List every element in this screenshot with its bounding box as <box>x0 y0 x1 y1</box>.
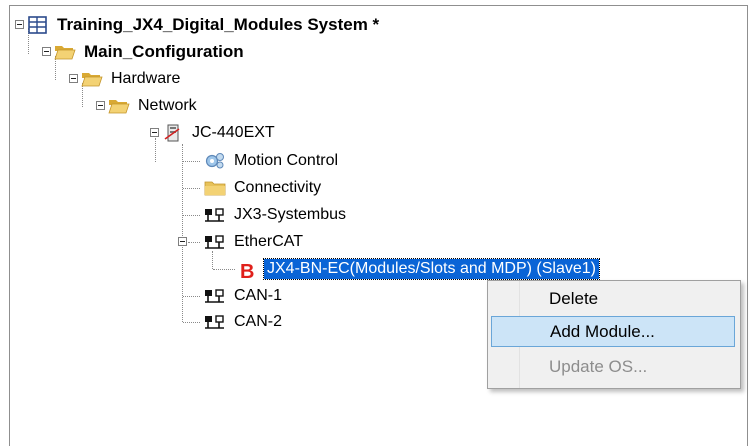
open-folder-icon <box>108 97 130 115</box>
tree-node-ethercat[interactable]: EtherCAT <box>204 230 306 254</box>
network-bus-icon <box>204 206 226 224</box>
tree-node-root[interactable]: Training_JX4_Digital_Modules System * <box>27 13 382 37</box>
add-module-menu-item[interactable]: Add Module... <box>491 316 735 347</box>
tree-connector <box>183 188 200 189</box>
collapse-toggle-controller[interactable] <box>150 128 159 137</box>
tree-node-controller[interactable]: JC-440EXT <box>162 121 278 145</box>
collapse-toggle-ethercat[interactable] <box>178 237 187 246</box>
tree-node-can2[interactable]: CAN-2 <box>204 310 285 334</box>
gears-icon <box>204 152 226 170</box>
delete-menu-item[interactable]: Delete <box>491 283 735 314</box>
tree-node-network[interactable]: Network <box>108 94 200 118</box>
system-grid-icon <box>27 16 49 34</box>
tree-node-main-configuration[interactable]: Main_Configuration <box>54 40 247 64</box>
tree-node-motion-control[interactable]: Motion Control <box>204 149 341 173</box>
tree-node-can1[interactable]: CAN-1 <box>204 284 285 308</box>
tree-connector <box>183 161 200 162</box>
tree-node-slave-selected[interactable]: B JX4-BN-EC(Modules/Slots and MDP) (Slav… <box>238 257 600 283</box>
open-folder-icon <box>81 70 103 88</box>
collapse-toggle-network[interactable] <box>96 101 105 110</box>
tree-node-label: JX3-Systembus <box>234 206 347 223</box>
tree-node-label: CAN-1 <box>234 287 283 304</box>
tree-node-systembus[interactable]: JX3-Systembus <box>204 203 349 227</box>
network-bus-icon <box>204 233 226 251</box>
tree-node-label: Motion Control <box>234 152 339 169</box>
collapse-toggle-root[interactable] <box>15 20 24 29</box>
open-folder-icon <box>54 43 76 61</box>
tree-node-connectivity[interactable]: Connectivity <box>204 176 324 200</box>
svg-text:B: B <box>240 261 254 280</box>
tree-node-label: CAN-2 <box>234 313 283 330</box>
update-os-menu-item[interactable]: Update OS... <box>491 351 735 382</box>
tree-node-hardware[interactable]: Hardware <box>81 67 183 91</box>
tree-node-label: Connectivity <box>234 179 322 196</box>
network-bus-icon <box>204 287 226 305</box>
tree-connector <box>183 215 200 216</box>
folder-icon <box>204 179 226 197</box>
tree-node-label: Main_Configuration <box>84 42 244 61</box>
tree-node-label: JC-440EXT <box>192 124 275 141</box>
tree-node-label: Hardware <box>111 70 181 87</box>
tree-node-label: JX4-BN-EC(Modules/Slots and MDP) (Slave1… <box>263 258 600 280</box>
collapse-toggle-main-configuration[interactable] <box>42 47 51 56</box>
tree-node-label: Network <box>138 97 197 114</box>
tree-node-label: Training_JX4_Digital_Modules System * <box>57 15 380 34</box>
context-menu: Delete Add Module... Update OS... <box>487 280 741 389</box>
collapse-toggle-hardware[interactable] <box>69 74 78 83</box>
tree-connector <box>183 296 200 297</box>
controller-icon <box>162 124 184 142</box>
tree-connector <box>188 242 200 243</box>
tree-node-label: EtherCAT <box>234 233 304 250</box>
tree-connector <box>213 269 235 270</box>
tree-connector <box>183 322 200 323</box>
tree-connector <box>155 138 156 162</box>
error-marker-icon: B <box>238 260 256 283</box>
network-bus-icon <box>204 313 226 331</box>
